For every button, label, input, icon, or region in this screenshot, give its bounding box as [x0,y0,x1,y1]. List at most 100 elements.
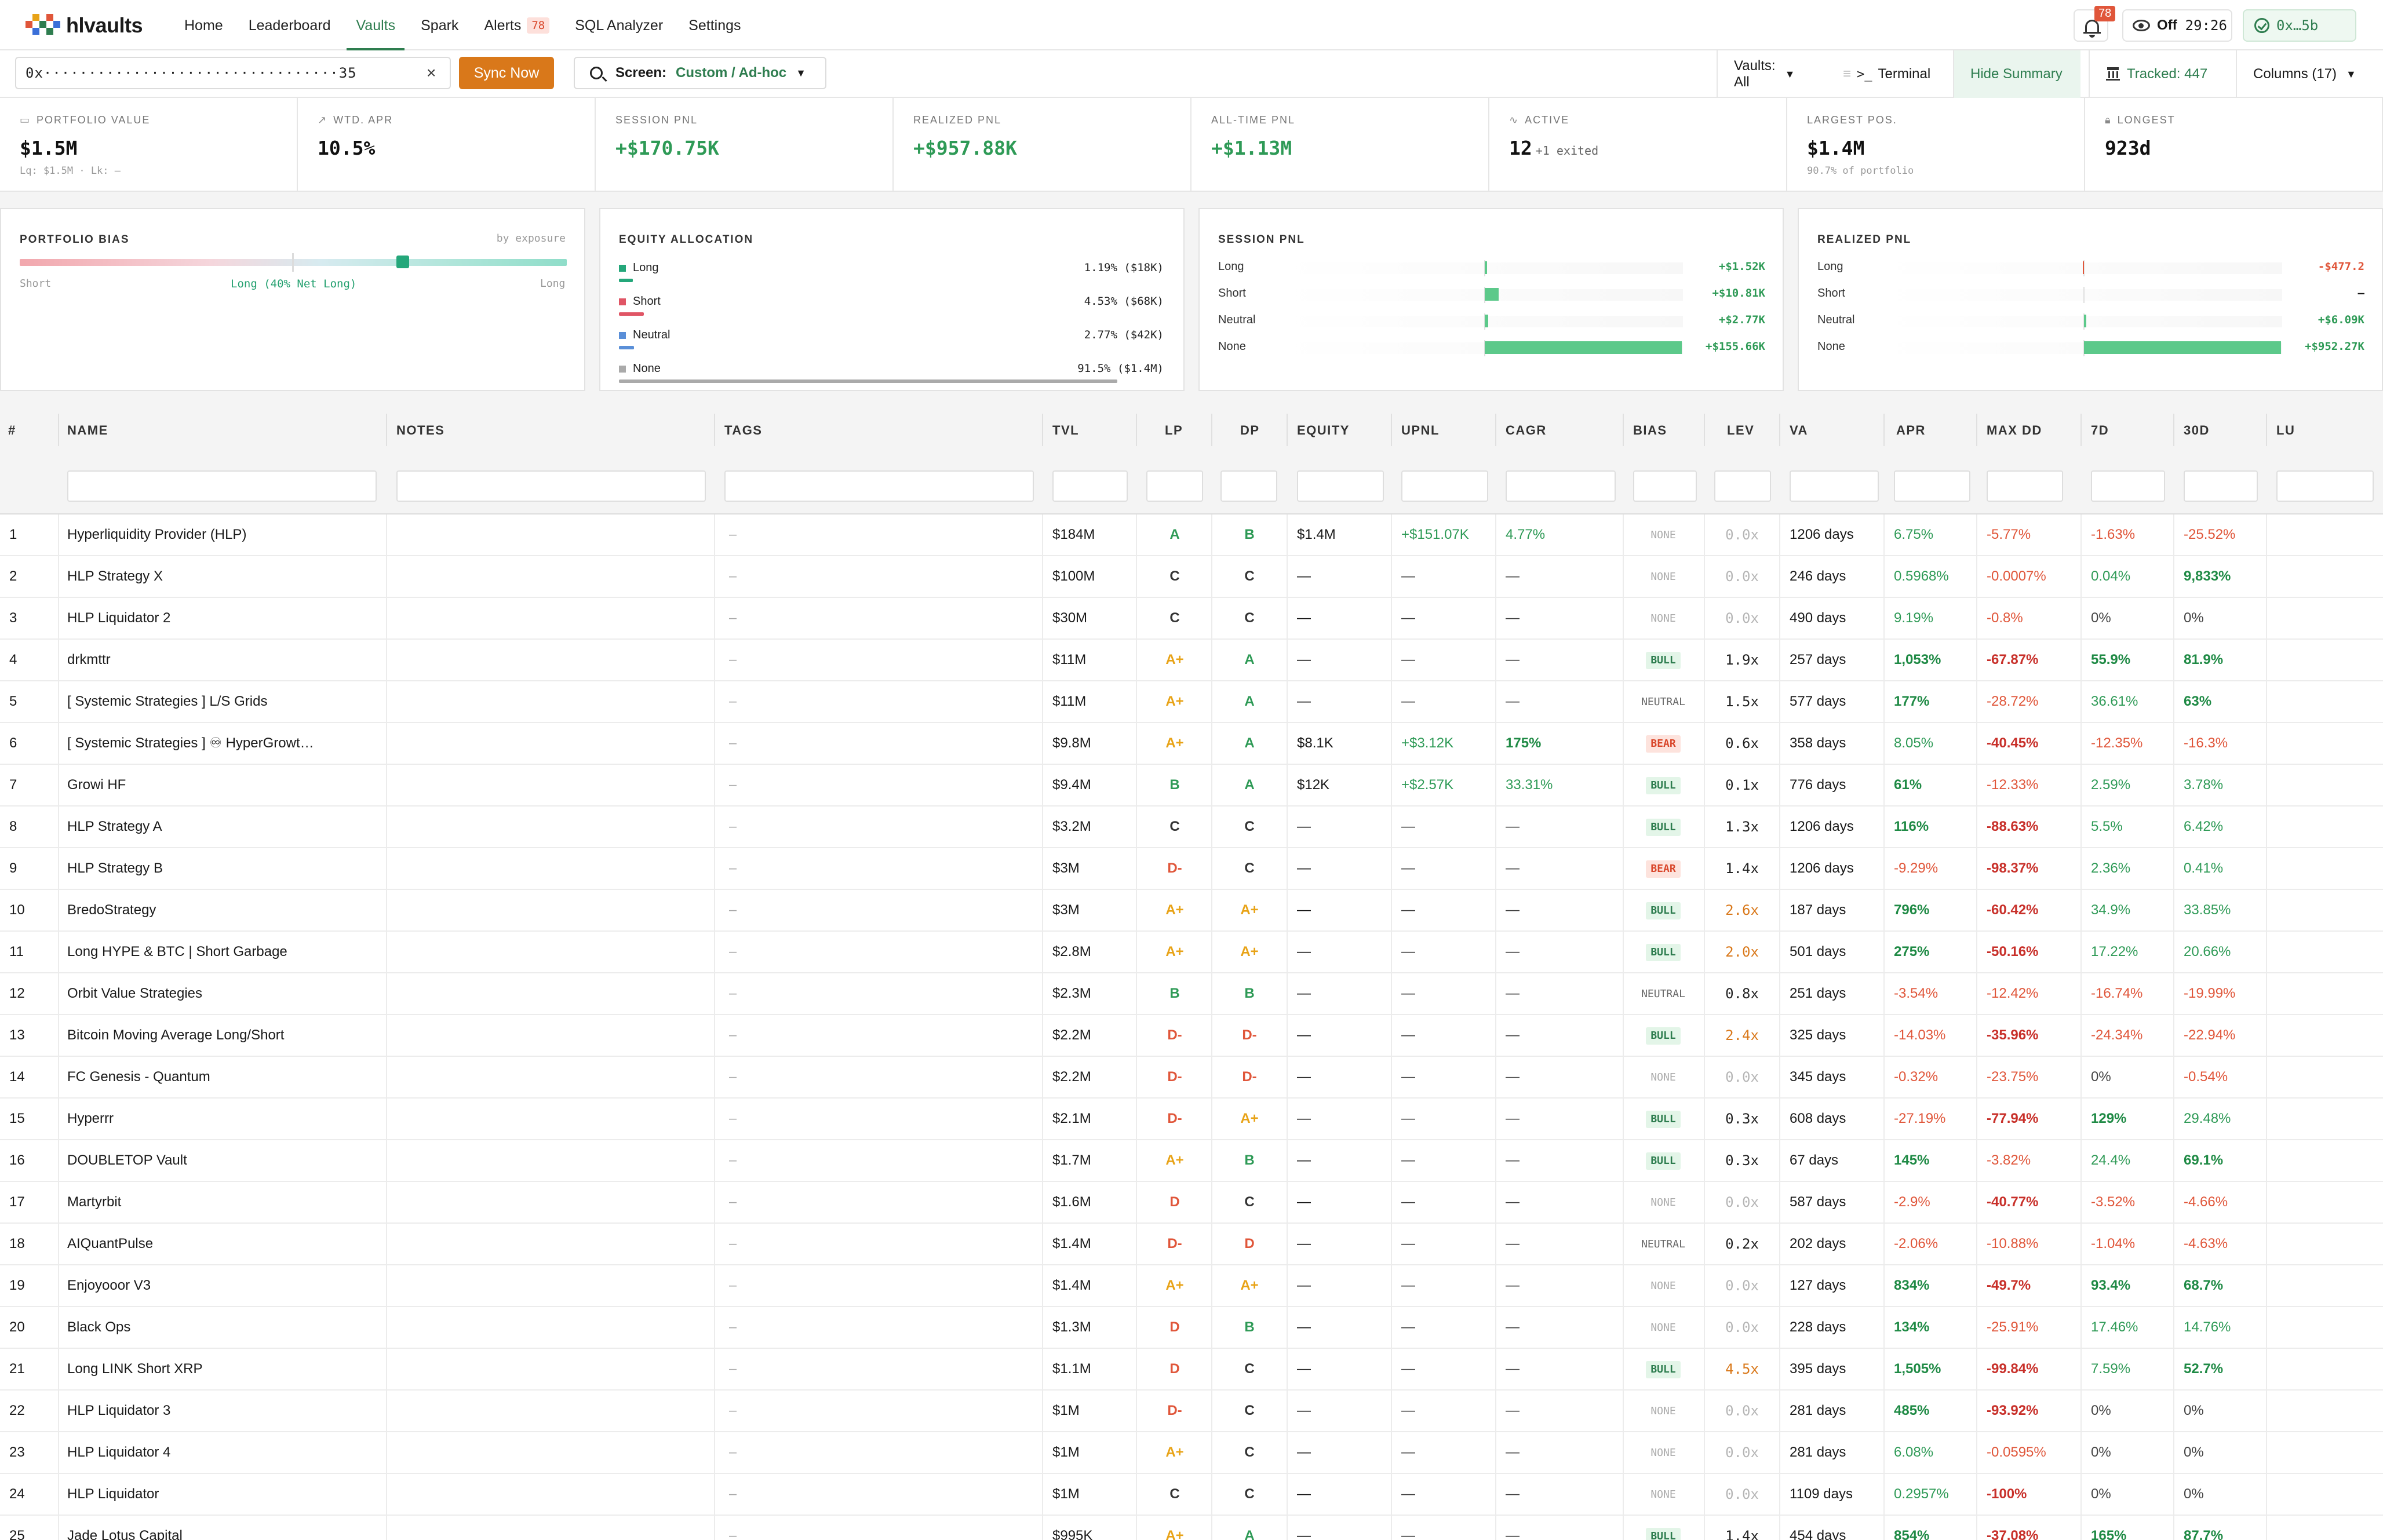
table-row[interactable]: 13 Bitcoin Moving Average Long/Short – $2.2… [0,1015,2383,1057]
table-row[interactable]: 11 Long HYPE & BTC | Short Garbage – $2.8M A… [0,932,2383,973]
address-input[interactable]: 0x·································35 [15,57,451,89]
column-resize-handle[interactable] [1623,414,1624,446]
table-row[interactable]: 8 HLP Strategy A – $3.2M C C — — — 1206 days 116% -… [0,807,2383,848]
table-row[interactable]: 14 FC Genesis - Quantum – $2.2M D- D- — — — 345 d… [0,1057,2383,1099]
column-header-apr[interactable]: APR [1896,423,1926,438]
table-row[interactable]: 22 HLP Liquidator 3 – $1M D- C — — — 281 days 485%… [0,1391,2383,1432]
column-header-upnl[interactable]: UPNL [1401,423,1440,438]
filter-input-bias[interactable] [1633,470,1697,502]
sync-now-button[interactable]: Sync Now [459,57,554,89]
tracked-button[interactable]: Tracked: 447 [2089,50,2236,98]
column-header-cagr[interactable]: CAGR [1506,423,1547,438]
filter-input-name[interactable] [67,470,377,502]
watch-toggle[interactable]: Off 29:26 [2122,9,2232,42]
table-row[interactable]: 15 Hyperrr – $2.1M D- A+ — — — 608 days -27.19% -77… [0,1099,2383,1140]
nav-settings[interactable]: Settings [688,0,741,50]
filter-input-equity[interactable] [1297,470,1384,502]
column-resize-handle[interactable] [1779,414,1780,446]
table-row[interactable]: 3 HLP Liquidator 2 – $30M C C — — — 490 days 9.19%… [0,598,2383,640]
filter-input-lp[interactable] [1146,470,1203,502]
table-row[interactable]: 24 HLP Liquidator – $1M C C — — — 1109 days 0.2957… [0,1474,2383,1516]
filter-input-cagr[interactable] [1506,470,1616,502]
table-row[interactable]: 17 Martyrbit – $1.6M D C — — — 587 days -2.9% -40.7… [0,1182,2383,1224]
column-resize-handle[interactable] [2266,414,2267,446]
columns-button[interactable]: Columns (17) ▼ [2236,50,2383,98]
column-resize-handle[interactable] [2080,414,2082,446]
column-header-index[interactable]: # [8,423,16,438]
column-header-tags[interactable]: TAGS [724,423,762,438]
column-resize-handle[interactable] [1211,414,1212,446]
cell-va: 587 days [1790,1194,1846,1210]
column-resize-handle[interactable] [1136,414,1137,446]
filter-input-30d[interactable] [2184,470,2258,502]
filter-input-lev[interactable] [1714,470,1771,502]
filter-input-dp[interactable] [1220,470,1277,502]
table-row[interactable]: 20 Black Ops – $1.3M D B — — — 228 days 134% -25.91… [0,1307,2383,1349]
column-header-name[interactable]: NAME [67,423,108,438]
table-row[interactable]: 6 [ Systemic Strategies ] ♾ HyperGrowt… – $… [0,723,2383,765]
table-row[interactable]: 7 Growi HF – $9.4M B A $12K +$2.57K 33.31% 776 da… [0,765,2383,807]
nav-spark[interactable]: Spark [421,0,458,50]
table-row[interactable]: 5 [ Systemic Strategies ] L/S Grids – $11M A… [0,681,2383,723]
table-row[interactable]: 16 DOUBLETOP Vault – $1.7M A+ B — — — 67 days 145%… [0,1140,2383,1182]
column-resize-handle[interactable] [2173,414,2174,446]
table-row[interactable]: 4 drkmttr – $11M A+ A — — — 257 days 1,053% -67.87%… [0,640,2383,681]
column-resize-handle[interactable] [1704,414,1705,446]
filter-input-tags[interactable] [724,470,1034,502]
table-row[interactable]: 18 AIQuantPulse – $1.4M D- D — — — 202 days -2.06%… [0,1224,2383,1265]
wallet-button[interactable]: 0x…5b [2243,9,2356,42]
filter-input-upnl[interactable] [1401,470,1488,502]
filter-input-lu[interactable] [2276,470,2374,502]
table-row[interactable]: 19 Enjoyooor V3 – $1.4M A+ A+ — — — 127 days 834% -… [0,1265,2383,1307]
filter-input-max-dd[interactable] [1987,470,2063,502]
table-row[interactable]: 10 BredoStrategy – $3M A+ A+ — — — 187 days 796% -6… [0,890,2383,932]
notifications-button[interactable]: 78 [2074,6,2116,42]
filter-input-7d[interactable] [2091,470,2165,502]
brand-logo[interactable]: hlvaults [25,12,143,39]
table-row[interactable]: 12 Orbit Value Strategies – $2.3M B B — — — 251 d… [0,973,2383,1015]
cell-name: BredoStrategy [67,902,156,918]
column-header-lp[interactable]: LP [1165,423,1183,438]
column-resize-handle[interactable] [386,414,387,446]
table-row[interactable]: 21 Long LINK Short XRP – $1.1M D C — — — 395 days… [0,1349,2383,1391]
column-resize-handle[interactable] [1495,414,1496,446]
table-row[interactable]: 1 Hyperliquidity Provider (HLP) – $184M A B $1… [0,514,2383,556]
column-resize-handle[interactable] [1042,414,1043,446]
column-header-7d[interactable]: 7D [2091,423,2109,438]
column-header-30d[interactable]: 30D [2184,423,2210,438]
nav-vaults[interactable]: Vaults [347,0,405,50]
column-header-lu[interactable]: LU [2276,423,2295,438]
column-header-lev[interactable]: LEV [1727,423,1754,438]
clear-address-button[interactable]: × [427,63,436,83]
filter-input-apr[interactable] [1894,470,1970,502]
column-resize-handle[interactable] [1976,414,1977,446]
column-resize-handle[interactable] [1883,414,1885,446]
filter-input-notes[interactable] [396,470,706,502]
column-header-bias[interactable]: BIAS [1633,423,1667,438]
column-header-va[interactable]: VA [1790,423,1808,438]
column-resize-handle[interactable] [58,414,59,446]
terminal-button[interactable]: ≡ >_ Terminal [1827,50,1953,98]
nav-sql-analyzer[interactable]: SQL Analyzer [575,0,663,50]
column-header-max-dd[interactable]: MAX DD [1987,423,2042,438]
table-row[interactable]: 25 Jade Lotus Capital – $995K A+ A — — — 454 days… [0,1516,2383,1540]
screen-select[interactable]: Screen: Custom / Ad-hoc ▼ [574,57,826,89]
card-title: PORTFOLIO BIAS [20,233,130,246]
filter-input-va[interactable] [1790,470,1879,502]
column-header-equity[interactable]: EQUITY [1297,423,1350,438]
column-header-tvl[interactable]: TVL [1052,423,1079,438]
column-resize-handle[interactable] [714,414,715,446]
hide-summary-button[interactable]: Hide Summary [1953,50,2080,98]
table-row[interactable]: 2 HLP Strategy X – $100M C C — — — 246 days 0.5968… [0,556,2383,598]
column-resize-handle[interactable] [1391,414,1392,446]
column-resize-handle[interactable] [1287,414,1288,446]
vaults-filter[interactable]: Vaults: All ▼ [1717,50,1809,98]
nav-leaderboard[interactable]: Leaderboard [249,0,331,50]
nav-home[interactable]: Home [184,0,223,50]
nav-alerts[interactable]: Alerts 78 [484,0,550,50]
column-header-dp[interactable]: DP [1240,423,1260,438]
table-row[interactable]: 9 HLP Strategy B – $3M D- C — — — 1206 days -9.29%… [0,848,2383,890]
table-row[interactable]: 23 HLP Liquidator 4 – $1M A+ C — — — 281 days 6.08… [0,1432,2383,1474]
column-header-notes[interactable]: NOTES [396,423,444,438]
filter-input-tvl[interactable] [1052,470,1128,502]
